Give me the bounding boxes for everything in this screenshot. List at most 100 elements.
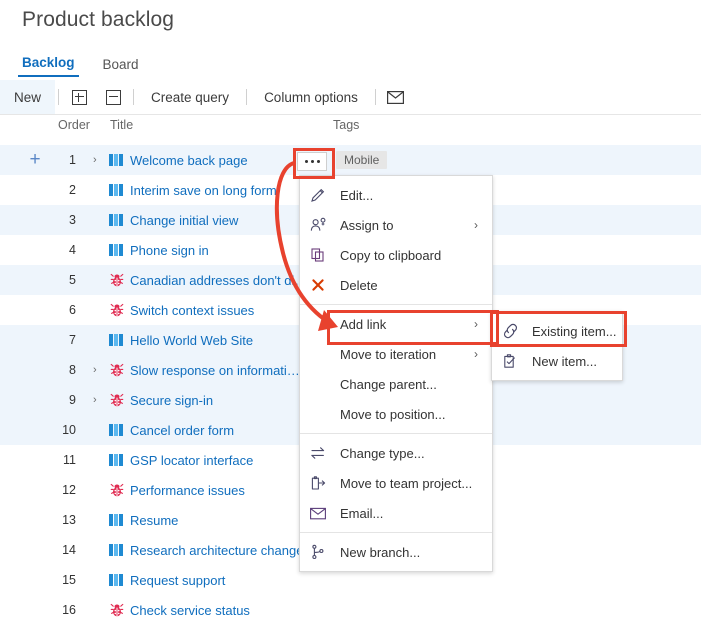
submenu-item[interactable]: New item...	[492, 346, 622, 376]
ellipsis-dot	[310, 160, 314, 163]
row-order-value: 6	[69, 303, 76, 317]
add-link-submenu: Existing item... New item...	[491, 311, 623, 381]
work-item-type-icon	[109, 272, 125, 288]
work-item-type-icon	[109, 482, 125, 498]
product-backlog-item-icon	[109, 242, 125, 258]
product-backlog-item-icon	[109, 332, 125, 348]
row-order-value: 2	[69, 183, 76, 197]
pivot-tab-bar: Backlog Board	[18, 51, 163, 77]
chevron-right-icon[interactable]: ›	[93, 154, 97, 166]
create-query-button[interactable]: Create query	[137, 80, 243, 114]
product-backlog-item-icon	[109, 212, 125, 228]
create-query-label: Create query	[151, 89, 230, 105]
menu-item[interactable]: Delete	[300, 270, 492, 300]
menu-item-label: Move to team project...	[340, 475, 473, 491]
page-title: Product backlog	[22, 8, 175, 31]
menu-item-label: Copy to clipboard	[340, 247, 442, 263]
work-item-title-link[interactable]: Research architecture changes	[130, 543, 310, 558]
row-order-value: 7	[69, 333, 76, 347]
branch-icon	[310, 544, 334, 560]
expand-all-button[interactable]	[62, 80, 96, 114]
work-item-title-link[interactable]: Phone sign in	[130, 243, 209, 258]
submenu-chevron-icon: ›	[474, 317, 478, 331]
add-child-item-icon[interactable]: +	[27, 150, 43, 169]
menu-item[interactable]: Assign to ›	[300, 210, 492, 240]
new-button[interactable]: New	[0, 80, 56, 114]
toolbar-divider	[58, 89, 60, 105]
work-item-title-link[interactable]: Switch context issues	[130, 303, 254, 318]
row-context-menu-button[interactable]	[297, 152, 327, 171]
work-item-title-link[interactable]: Secure sign-in	[130, 393, 213, 408]
work-item-title-link[interactable]: Welcome back page	[130, 153, 248, 168]
work-item-type-icon	[109, 362, 125, 378]
row-order-value: 13	[62, 513, 76, 527]
work-item-title-link[interactable]: Performance issues	[130, 483, 245, 498]
work-item-type-icon	[109, 182, 125, 198]
row-order-value: 8	[69, 363, 76, 377]
work-item-type-icon	[109, 302, 125, 318]
bug-icon	[109, 273, 125, 292]
menu-separator	[300, 532, 492, 533]
row-order-value: 1	[69, 153, 76, 167]
table-row[interactable]: 16 Check service status	[0, 595, 701, 625]
work-item-title-link[interactable]: Check service status	[130, 603, 250, 618]
submenu-item[interactable]: Existing item...	[492, 316, 622, 346]
work-item-title-link[interactable]: Canadian addresses don't di…	[130, 273, 307, 288]
menu-item[interactable]: Copy to clipboard	[300, 240, 492, 270]
menu-item[interactable]: Move to position...	[300, 399, 492, 429]
work-item-title-link[interactable]: Interim save on long form	[130, 183, 277, 198]
menu-item-label: Change parent...	[340, 376, 437, 392]
email-button[interactable]	[379, 80, 413, 114]
menu-item[interactable]: Email...	[300, 498, 492, 528]
column-header-tags: Tags	[333, 118, 360, 132]
work-item-title-link[interactable]: Cancel order form	[130, 423, 234, 438]
no-icon	[310, 376, 334, 392]
tab-board[interactable]: Board	[99, 57, 143, 77]
tag-badge[interactable]: Mobile	[336, 151, 388, 169]
envelope-icon	[387, 90, 405, 104]
menu-item[interactable]: Add link ›	[300, 309, 492, 339]
row-order-value: 5	[69, 273, 76, 287]
ellipsis-dot	[304, 160, 308, 163]
row-order-value: 16	[62, 603, 76, 617]
work-item-title-link[interactable]: Change initial view	[130, 213, 238, 228]
tab-backlog[interactable]: Backlog	[18, 55, 79, 77]
chevron-right-icon[interactable]: ›	[93, 394, 97, 406]
menu-item-label: Delete	[340, 277, 378, 293]
collapse-all-button[interactable]	[96, 80, 130, 114]
ellipsis-dot	[316, 160, 320, 163]
menu-item-label: Edit...	[340, 187, 374, 203]
menu-item[interactable]: Edit...	[300, 180, 492, 210]
link-icon	[502, 323, 526, 339]
collapse-all-icon	[105, 89, 121, 105]
pencil-icon	[310, 187, 334, 203]
menu-item-label: Add link	[340, 316, 387, 332]
work-item-type-icon	[109, 212, 125, 228]
work-item-type-icon	[109, 602, 125, 618]
work-item-title-link[interactable]: GSP locator interface	[130, 453, 253, 468]
menu-item[interactable]: Change parent...	[300, 369, 492, 399]
menu-item[interactable]: Change type...	[300, 438, 492, 468]
work-item-type-icon	[109, 392, 125, 408]
table-row[interactable]: +1 › Welcome back page Mobile	[0, 145, 701, 175]
menu-item-label: Move to position...	[340, 406, 446, 422]
work-item-type-icon	[109, 572, 125, 588]
product-backlog-item-icon	[109, 152, 125, 168]
grid-column-headers: Order Title Tags	[0, 115, 701, 137]
menu-item-label: New branch...	[340, 544, 421, 560]
work-item-title-link[interactable]: Hello World Web Site	[130, 333, 253, 348]
work-item-title-link[interactable]: Resume	[130, 513, 178, 528]
column-options-label: Column options	[264, 89, 358, 105]
column-options-button[interactable]: Column options	[250, 80, 372, 114]
product-backlog-item-icon	[109, 422, 125, 438]
menu-item[interactable]: Move to team project...	[300, 468, 492, 498]
new-button-label: New	[14, 89, 42, 105]
work-item-type-icon	[109, 332, 125, 348]
menu-item[interactable]: Move to iteration ›	[300, 339, 492, 369]
work-item-title-link[interactable]: Request support	[130, 573, 225, 588]
work-item-type-icon	[109, 242, 125, 258]
chevron-right-icon[interactable]: ›	[93, 364, 97, 376]
menu-item-label: Assign to	[340, 217, 394, 233]
work-item-title-link[interactable]: Slow response on informati…	[130, 363, 300, 378]
menu-item[interactable]: New branch...	[300, 537, 492, 567]
